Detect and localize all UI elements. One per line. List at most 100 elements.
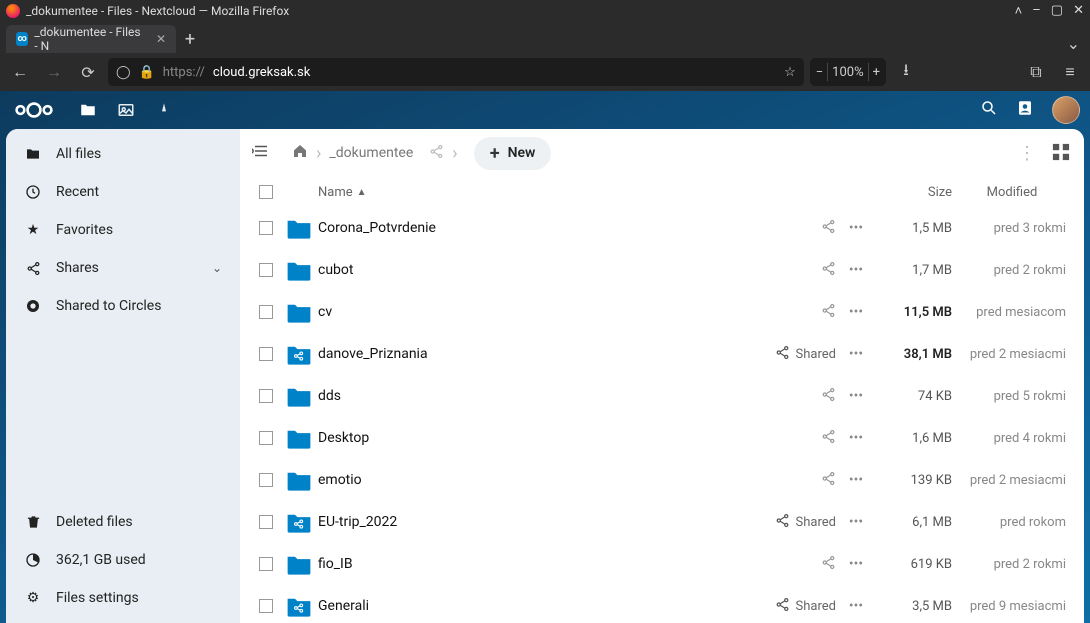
nav-back-button[interactable]: ← — [6, 58, 34, 86]
share-icon[interactable] — [775, 513, 790, 532]
sidebar-toggle-icon[interactable] — [252, 144, 270, 162]
new-button[interactable]: + New — [474, 137, 552, 170]
share-icon[interactable] — [821, 429, 836, 448]
row-checkbox[interactable] — [259, 431, 273, 445]
extensions-icon[interactable]: ⧉ — [1022, 58, 1050, 86]
files-app-icon[interactable] — [78, 100, 98, 120]
share-icon[interactable] — [821, 219, 836, 238]
file-size: 1,5 MB — [876, 221, 952, 236]
table-row[interactable]: emotio•••139 KBpred 2 mesiacmi — [240, 459, 1084, 501]
row-actions-icon[interactable]: ••• — [836, 304, 876, 320]
file-name[interactable]: dds — [318, 388, 742, 404]
share-breadcrumb-icon[interactable] — [429, 144, 444, 163]
grid-view-icon[interactable] — [1052, 143, 1072, 163]
share-icon[interactable] — [821, 387, 836, 406]
row-actions-icon[interactable]: ••• — [836, 472, 876, 488]
file-name[interactable]: cubot — [318, 262, 742, 278]
chevron-down-icon[interactable]: ⌄ — [212, 261, 222, 275]
row-checkbox[interactable] — [259, 347, 273, 361]
table-row[interactable]: Desktop•••1,6 MBpred 4 rokmi — [240, 417, 1084, 459]
sidebar-item-settings[interactable]: ⚙ Files settings — [6, 579, 240, 617]
row-actions-icon[interactable]: ••• — [836, 514, 876, 530]
zoom-out-button[interactable]: − — [816, 65, 823, 80]
sidebar-item-recent[interactable]: Recent — [6, 173, 240, 211]
new-tab-button[interactable]: + — [176, 25, 204, 53]
row-checkbox[interactable] — [259, 221, 273, 235]
sidebar-label: All files — [56, 146, 101, 162]
browser-tab[interactable]: ∞ _dokumentee - Files - N ✕ — [6, 25, 176, 53]
window-minimize-icon[interactable]: – — [1032, 3, 1041, 19]
activity-app-icon[interactable] — [154, 100, 174, 120]
share-icon[interactable] — [775, 597, 790, 616]
sidebar-item-deleted[interactable]: Deleted files — [6, 503, 240, 541]
window-close-icon[interactable]: ✕ — [1073, 3, 1084, 19]
bookmark-star-icon[interactable]: ☆ — [784, 65, 796, 80]
sidebar-item-all-files[interactable]: All files — [6, 135, 240, 173]
row-actions-icon[interactable]: ••• — [836, 262, 876, 278]
sort-asc-icon: ▲ — [357, 187, 367, 198]
table-row[interactable]: Corona_Potvrdenie•••1,5 MBpred 3 rokmi — [240, 207, 1084, 249]
contacts-icon[interactable] — [1016, 99, 1034, 121]
shield-icon[interactable]: ◯ — [116, 65, 131, 80]
row-checkbox[interactable] — [259, 473, 273, 487]
user-avatar[interactable] — [1052, 96, 1080, 124]
share-icon[interactable] — [821, 303, 836, 322]
search-icon[interactable] — [980, 99, 998, 121]
row-checkbox[interactable] — [259, 515, 273, 529]
file-name[interactable]: EU-trip_2022 — [318, 514, 742, 530]
share-icon[interactable] — [821, 471, 836, 490]
downloads-icon[interactable]: ⭳ — [892, 58, 920, 86]
share-icon[interactable] — [821, 261, 836, 280]
nextcloud-logo-icon[interactable] — [10, 100, 58, 120]
row-checkbox[interactable] — [259, 389, 273, 403]
share-icon[interactable] — [775, 345, 790, 364]
row-actions-icon[interactable]: ••• — [836, 346, 876, 362]
file-name[interactable]: emotio — [318, 472, 742, 488]
row-checkbox[interactable] — [259, 305, 273, 319]
table-row[interactable]: danove_PriznaniaShared•••38,1 MBpred 2 m… — [240, 333, 1084, 375]
row-actions-icon[interactable]: ••• — [836, 556, 876, 572]
file-name[interactable]: fio_IB — [318, 556, 742, 572]
nav-reload-button[interactable]: ⟳ — [74, 58, 102, 86]
row-checkbox[interactable] — [259, 599, 273, 613]
sidebar-item-shared-circles[interactable]: Shared to Circles — [6, 287, 240, 325]
window-up-icon[interactable]: ˄ — [1015, 3, 1023, 19]
more-actions-icon[interactable]: ⋮ — [1010, 143, 1044, 164]
column-header-name[interactable]: Name ▲ — [318, 185, 742, 200]
table-row[interactable]: GeneraliShared•••3,5 MBpred 9 mesiacmi — [240, 585, 1084, 623]
row-actions-icon[interactable]: ••• — [836, 220, 876, 236]
table-row[interactable]: cubot•••1,7 MBpred 2 rokmi — [240, 249, 1084, 291]
table-row[interactable]: dds•••74 KBpred 5 rokmi — [240, 375, 1084, 417]
file-name[interactable]: Desktop — [318, 430, 742, 446]
file-name[interactable]: cv — [318, 304, 742, 320]
row-actions-icon[interactable]: ••• — [836, 598, 876, 614]
nav-forward-button[interactable]: → — [40, 58, 68, 86]
share-icon[interactable] — [821, 555, 836, 574]
window-maximize-icon[interactable]: ▢ — [1051, 3, 1063, 19]
select-all-checkbox[interactable] — [259, 185, 273, 199]
photos-app-icon[interactable] — [116, 100, 136, 120]
home-icon[interactable] — [292, 143, 308, 163]
table-row[interactable]: cv•••11,5 MBpred mesiacom — [240, 291, 1084, 333]
zoom-in-button[interactable]: + — [873, 65, 880, 80]
row-actions-icon[interactable]: ••• — [836, 430, 876, 446]
file-name[interactable]: danove_Priznania — [318, 346, 742, 362]
column-header-modified[interactable]: Modified — [952, 185, 1072, 200]
tabs-overflow-icon[interactable]: ⌄ — [1057, 34, 1090, 53]
browser-menu-icon[interactable]: ≡ — [1056, 58, 1084, 86]
file-name[interactable]: Generali — [318, 598, 742, 614]
breadcrumb-current[interactable]: _dokumentee — [329, 145, 413, 161]
row-checkbox[interactable] — [259, 557, 273, 571]
column-header-size[interactable]: Size — [876, 185, 952, 200]
table-row[interactable]: fio_IB•••619 KBpred 2 rokmi — [240, 543, 1084, 585]
lock-icon[interactable]: 🔒 — [139, 65, 155, 80]
row-actions-icon[interactable]: ••• — [836, 388, 876, 404]
table-row[interactable]: EU-trip_2022Shared•••6,1 MBpred rokom — [240, 501, 1084, 543]
tab-close-icon[interactable]: ✕ — [156, 32, 166, 46]
file-size: 3,5 MB — [876, 599, 952, 614]
url-bar[interactable]: ◯ 🔒 https://cloud.greksak.sk ☆ — [108, 58, 804, 86]
file-name[interactable]: Corona_Potvrdenie — [318, 220, 742, 236]
sidebar-item-shares[interactable]: Shares ⌄ — [6, 249, 240, 287]
sidebar-item-favorites[interactable]: ★ Favorites — [6, 211, 240, 249]
row-checkbox[interactable] — [259, 263, 273, 277]
